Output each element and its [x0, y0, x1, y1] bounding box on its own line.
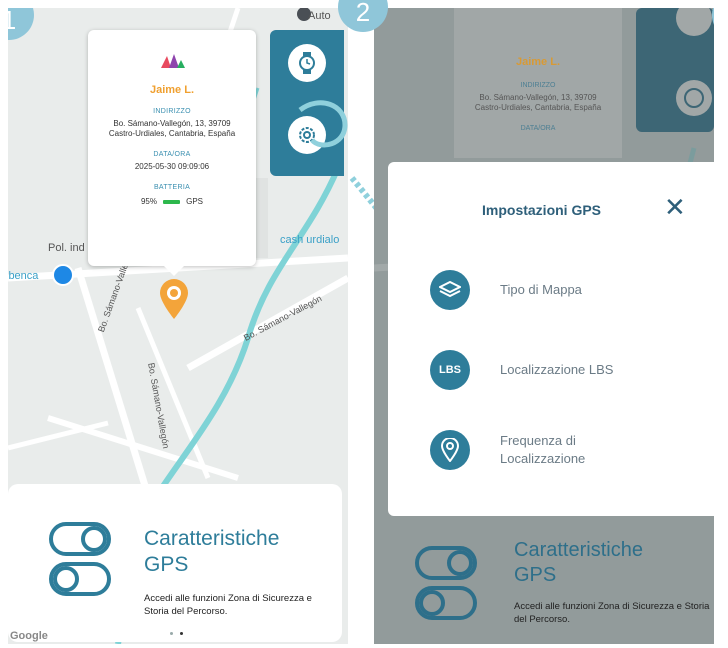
card-description: Accedi alle funzioni Zona di Sicurezza e…	[514, 601, 710, 625]
menu-item-label: Tipo di Mappa	[500, 282, 582, 297]
gear-icon	[299, 127, 315, 143]
toggles-icon	[415, 546, 477, 620]
battery-source: GPS	[186, 197, 203, 206]
address-line-1: Bo. Sámano-Vallegón, 13, 39709	[113, 119, 231, 128]
page-indicator	[170, 632, 183, 635]
gps-features-card-dimmed: Caratteristiche GPS Accedi alle funzioni…	[374, 516, 714, 644]
address-value: Bo. Sámano-Vallegón, 13, 39709 Castro-Ur…	[88, 119, 256, 139]
datetime-label: DATA/ORA	[153, 151, 191, 158]
map-label-auto: Auto	[308, 10, 331, 22]
menu-item-map-type[interactable]: Tipo di Mappa	[430, 270, 582, 310]
gps-features-card[interactable]: Caratteristiche GPS Accedi alle funzioni…	[8, 484, 342, 642]
card-title-line-1: Caratteristiche	[514, 539, 643, 561]
battery-label: BATTERIA	[153, 184, 191, 191]
gps-settings-button[interactable]	[288, 116, 326, 154]
card-title: Caratteristiche GPS	[144, 526, 279, 578]
modal-title: Impostazioni GPS	[482, 202, 602, 218]
card-title-line-2: GPS	[144, 553, 189, 576]
screen-1-map: 1 Auto Pol. ind ibenca cash urdialo Bo. …	[8, 8, 348, 644]
dimmed-address-line-2: Castro-Urdiales, Cantabria, España	[474, 103, 602, 112]
map-label-ibenca: ibenca	[8, 270, 39, 282]
address-label: INDIRIZZO	[153, 108, 191, 115]
place-marker-icon[interactable]	[52, 264, 74, 286]
location-pin-icon	[430, 430, 470, 470]
card-title: Caratteristiche GPS	[514, 538, 643, 588]
dimmed-address-label: INDIRIZZO	[520, 82, 556, 89]
battery-percent: 95%	[140, 197, 157, 206]
dimmed-address-line-1: Bo. Sámano-Vallegón, 13, 39709	[479, 93, 597, 102]
menu-item-frequency[interactable]: Frequenza di Localizzazione	[430, 430, 630, 470]
child-name: Jaime L.	[149, 84, 195, 96]
gps-settings-modal: Impostazioni GPS ✕ Tipo di Mappa LBS Loc…	[388, 162, 714, 516]
google-logo: Google	[10, 630, 48, 642]
map-action-sidebar	[270, 30, 344, 176]
page-dot[interactable]	[170, 632, 173, 635]
lbs-icon: LBS	[430, 350, 470, 390]
page-dot-active[interactable]	[180, 632, 183, 635]
map-label-polind: Pol. ind	[48, 242, 85, 254]
datetime-value: 2025-05-30 09:09:06	[134, 162, 210, 171]
battery-status: 95% GPS	[88, 197, 256, 206]
device-location-marker-icon[interactable]	[158, 278, 190, 320]
battery-bar-icon	[163, 199, 181, 204]
app-logo	[161, 54, 185, 68]
toggles-icon	[49, 522, 111, 596]
card-title-line-1: Caratteristiche	[144, 527, 280, 550]
card-title-line-2: GPS	[514, 564, 557, 586]
menu-item-label: Frequenza di Localizzazione	[500, 433, 586, 466]
dimmed-datetime-label: DATA/ORA	[520, 125, 556, 132]
address-line-2: Castro-Urdiales, Cantabria, España	[108, 129, 236, 138]
menu-item-lbs[interactable]: LBS Localizzazione LBS	[430, 350, 613, 390]
dimmed-popup: Jaime L. INDIRIZZO Bo. Sámano-Vallegón, …	[454, 8, 622, 132]
card-description: Accedi alle funzioni Zona di Sicurezza e…	[144, 593, 312, 617]
location-info-popup: Jaime L. INDIRIZZO Bo. Sámano-Vallegón, …	[88, 30, 256, 276]
close-icon[interactable]: ✕	[664, 194, 686, 220]
layers-icon	[430, 270, 470, 310]
watch-icon	[299, 52, 315, 74]
screen-2-settings: Jaime L. INDIRIZZO Bo. Sámano-Vallegón, …	[374, 8, 714, 644]
dimmed-child-name: Jaime L.	[515, 56, 561, 68]
watch-button[interactable]	[288, 44, 326, 82]
menu-item-label: Localizzazione LBS	[500, 362, 614, 377]
map-label-cash: cash urdialo	[280, 234, 340, 246]
